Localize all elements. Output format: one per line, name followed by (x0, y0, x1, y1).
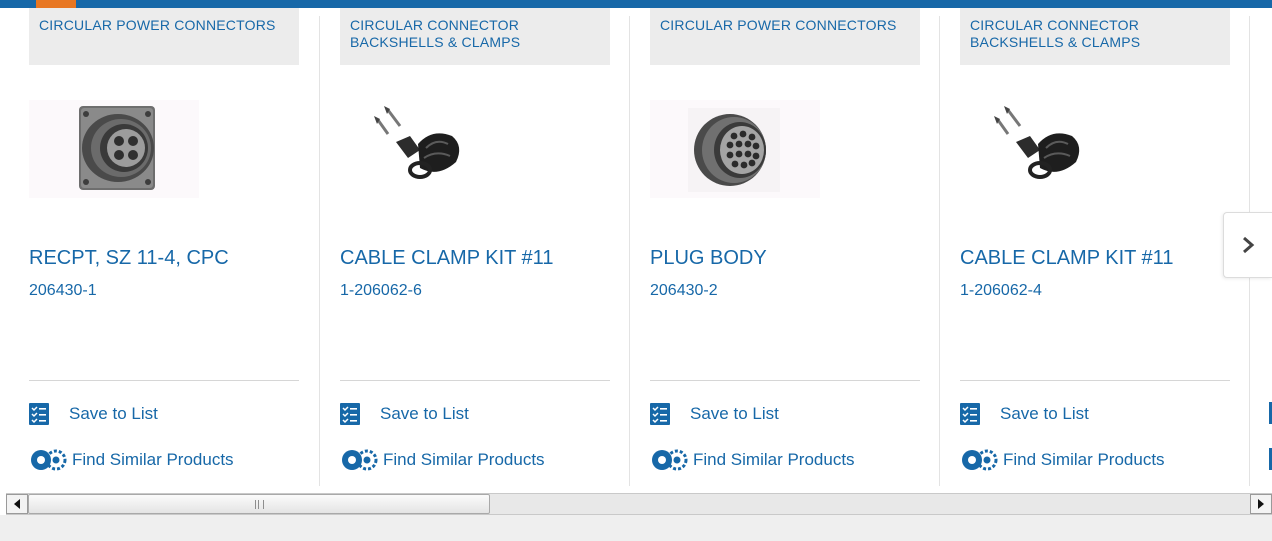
product-name-link[interactable]: CABLE CLAMP KIT #11 (960, 246, 1173, 270)
part-number-link[interactable]: 206430-2 (650, 281, 718, 301)
find-similar-label: Find Similar Products (693, 450, 855, 469)
save-to-list-button[interactable]: Save to List (29, 402, 158, 426)
carousel-next-button[interactable] (1223, 212, 1272, 278)
cable-clamp-image (994, 106, 1080, 179)
save-to-list-label: Save to List (690, 404, 779, 423)
scroll-left-arrow[interactable] (6, 494, 28, 514)
part-number-link[interactable]: 1-206062-6 (340, 281, 422, 301)
category-label[interactable]: CIRCULAR CONNECTOR BACKSHELLS & CLAMPS (340, 8, 610, 65)
gears-icon (342, 449, 378, 471)
top-accent-marker (36, 0, 76, 8)
card-divider (960, 380, 1230, 381)
top-accent-bar (0, 0, 1272, 8)
card-separator (629, 16, 630, 486)
product-image[interactable] (960, 100, 1130, 198)
save-to-list-label: Save to List (1000, 404, 1089, 423)
triangle-right-icon (1258, 499, 1264, 509)
product-card: CIRCULAR CONNECTOR BACKSHELLS & CLAMPS C… (960, 8, 1230, 486)
card-separator (319, 16, 320, 486)
product-image[interactable] (340, 100, 510, 198)
find-similar-label: Find Similar Products (72, 450, 234, 469)
category-label[interactable]: CIRCULAR CONNECTOR BACKSHELLS & CLAMPS (960, 8, 1230, 65)
save-to-list-button[interactable]: Save to List (960, 402, 1089, 426)
card-divider (340, 380, 610, 381)
scroll-right-arrow[interactable] (1250, 494, 1272, 514)
product-name-link[interactable]: RECPT, SZ 11-4, CPC (29, 246, 229, 270)
gears-icon (31, 449, 67, 471)
triangle-left-icon (14, 499, 20, 509)
save-to-list-label: Save to List (69, 404, 158, 423)
find-similar-button[interactable]: Find Similar Products (29, 448, 234, 472)
checklist-icon (340, 403, 360, 425)
part-number-link[interactable]: 1-206062-4 (960, 281, 1042, 301)
carousel-track: CIRCULAR POWER CONNECTORS RECPT, SZ 11-4… (0, 8, 1272, 486)
receptacle-image (79, 106, 155, 190)
find-similar-label: Find Similar Products (1003, 450, 1165, 469)
checklist-icon (650, 403, 670, 425)
plug-body-image (688, 108, 780, 192)
product-image[interactable] (650, 100, 820, 198)
find-similar-button[interactable]: Find Similar Products (960, 448, 1165, 472)
product-carousel-frame: CIRCULAR POWER CONNECTORS RECPT, SZ 11-4… (0, 0, 1272, 541)
checklist-icon (960, 403, 980, 425)
category-label[interactable]: CIRCULAR POWER CONNECTORS (29, 8, 299, 65)
checklist-icon (29, 403, 49, 425)
save-to-list-button[interactable]: Save to List (340, 402, 469, 426)
gears-icon (962, 449, 998, 471)
chevron-right-icon (1243, 236, 1255, 254)
card-divider (29, 380, 299, 381)
grip-icon (254, 499, 264, 509)
gears-icon (652, 449, 688, 471)
product-name-link[interactable]: CABLE CLAMP KIT #11 (340, 246, 553, 270)
horizontal-scrollbar[interactable] (6, 493, 1272, 515)
find-similar-label: Find Similar Products (383, 450, 545, 469)
save-to-list-button[interactable]: Save to List (650, 402, 779, 426)
card-divider (650, 380, 920, 381)
product-card: CIRCULAR POWER CONNECTORS PLUG BODY 2064… (650, 8, 920, 486)
part-number-link[interactable]: 206430-1 (29, 281, 97, 301)
product-name-link[interactable]: PLUG BODY (650, 246, 767, 270)
product-card: CIRCULAR CONNECTOR BACKSHELLS & CLAMPS C… (340, 8, 610, 486)
find-similar-button[interactable]: Find Similar Products (650, 448, 855, 472)
save-to-list-label: Save to List (380, 404, 469, 423)
category-label[interactable]: CIRCULAR POWER CONNECTORS (650, 8, 920, 65)
product-card: CIRCULAR POWER CONNECTORS RECPT, SZ 11-4… (29, 8, 299, 486)
page-bottom-area (0, 515, 1272, 541)
scrollbar-thumb[interactable] (28, 494, 490, 514)
card-separator (939, 16, 940, 486)
find-similar-button[interactable]: Find Similar Products (340, 448, 545, 472)
cable-clamp-image (374, 106, 460, 179)
product-image[interactable] (29, 100, 199, 198)
